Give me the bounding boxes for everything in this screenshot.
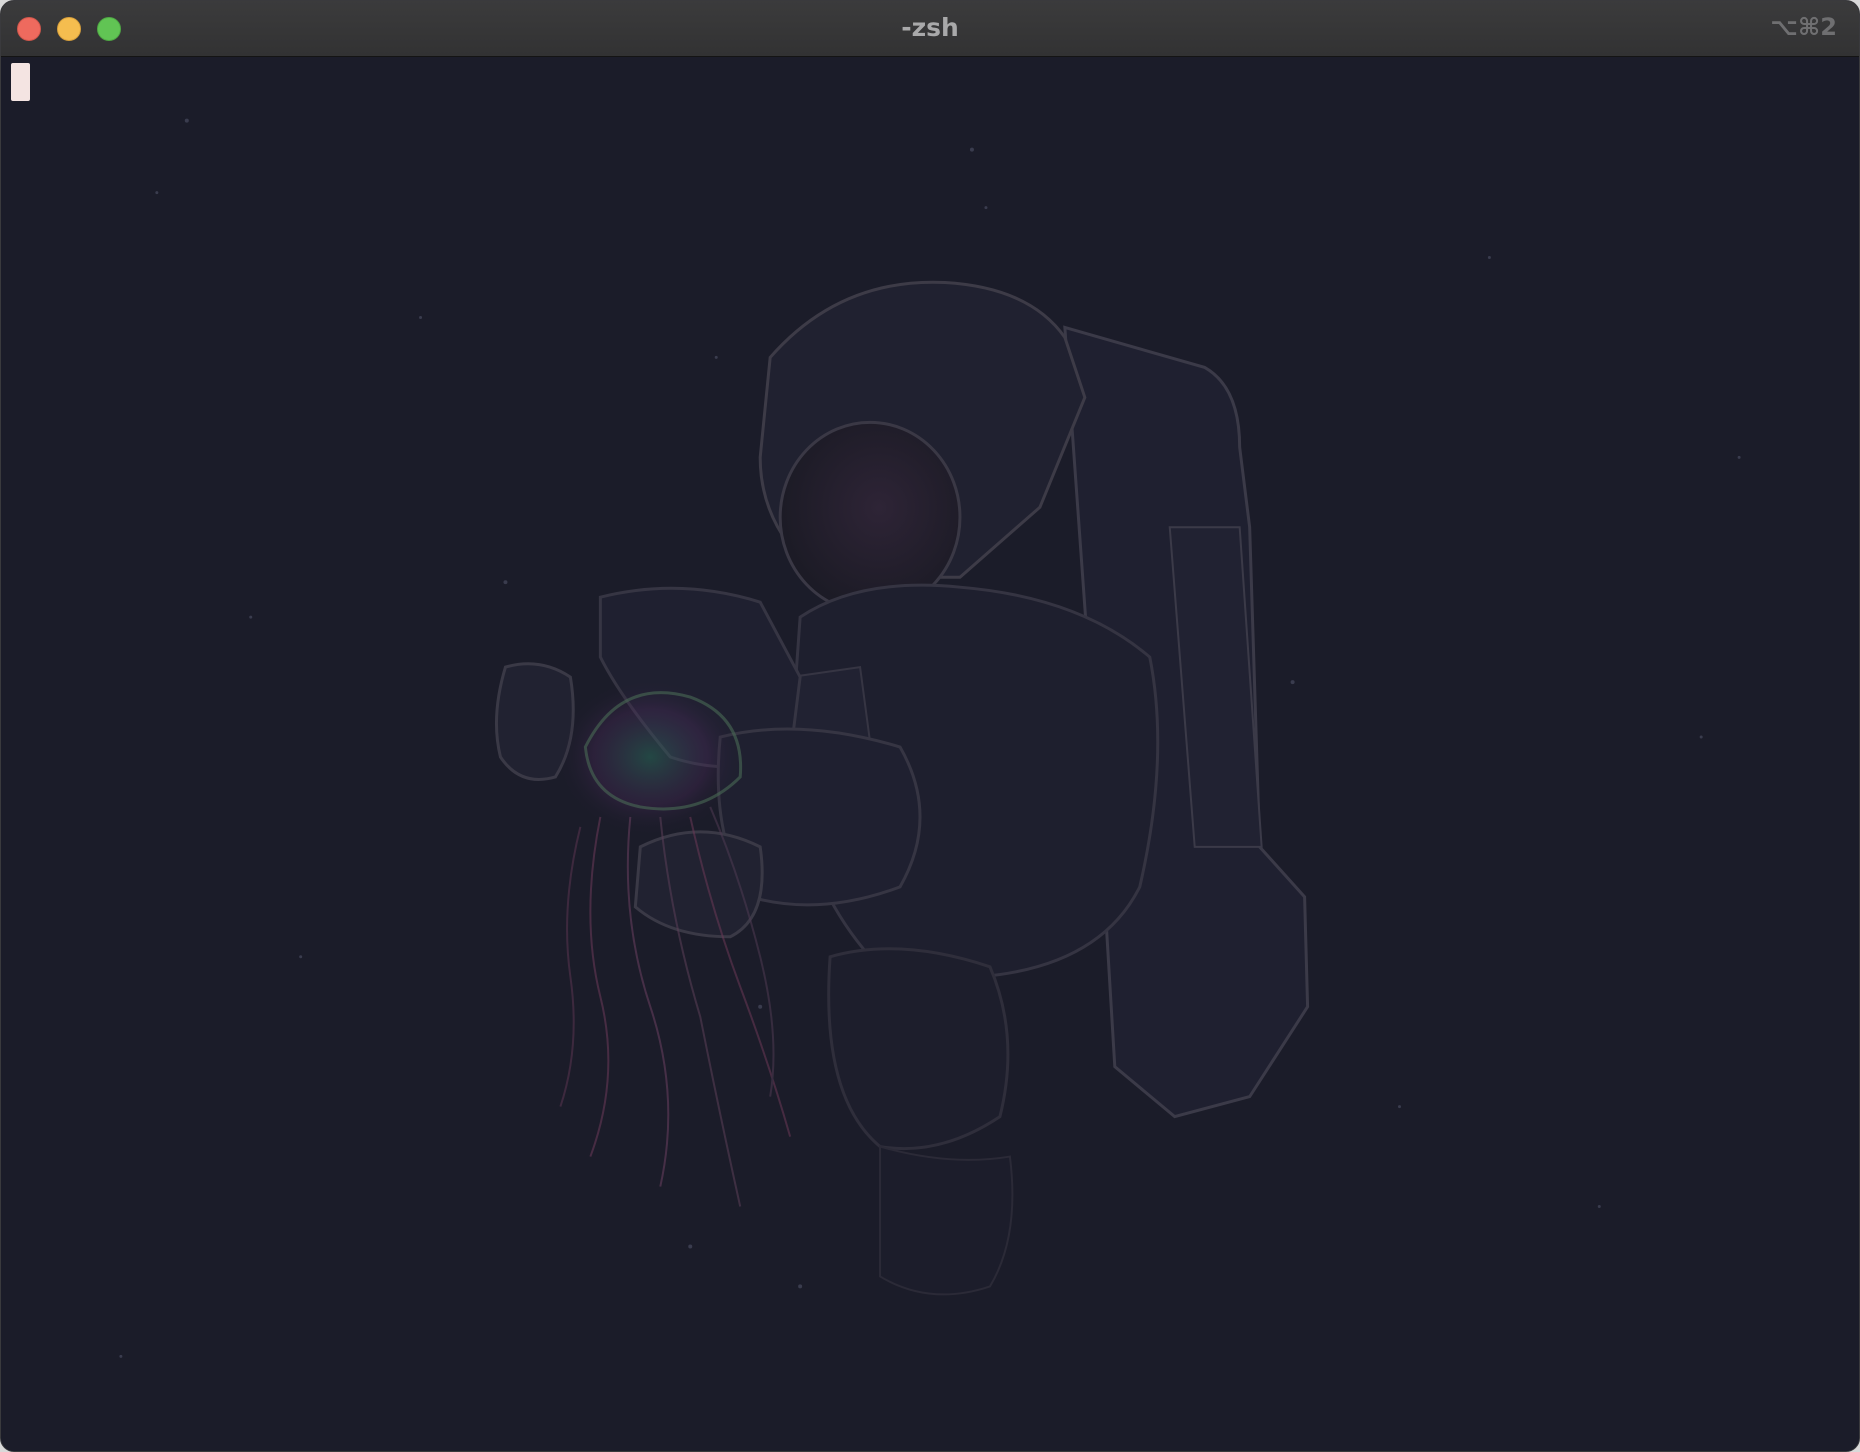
terminal-content-area[interactable] <box>1 57 1859 1451</box>
window-title: -zsh <box>901 13 959 42</box>
tab-shortcut-label: ⌥⌘2 <box>1770 13 1837 41</box>
title-bar[interactable]: -zsh ⌥⌘2 <box>1 1 1859 57</box>
terminal-window: -zsh ⌥⌘2 <box>0 0 1860 1452</box>
text-cursor <box>11 63 30 101</box>
astronaut-wallpaper-image <box>119 118 1741 1358</box>
